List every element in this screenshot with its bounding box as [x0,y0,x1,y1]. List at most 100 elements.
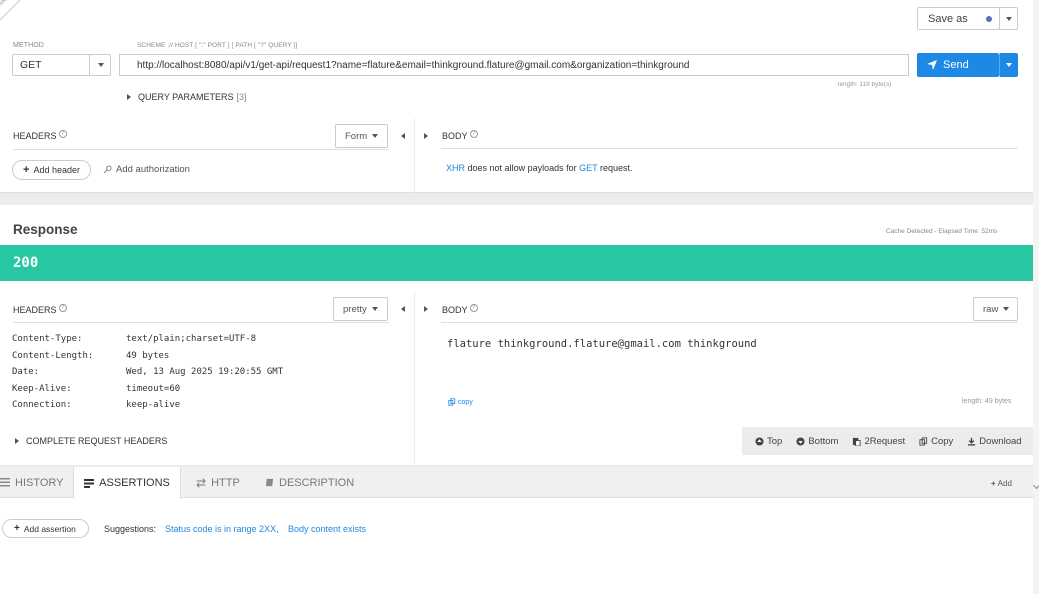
send-dropdown-button[interactable] [999,53,1018,77]
copy-icon [919,436,928,446]
collapse-right-icon[interactable] [424,306,428,312]
caret-down-icon [371,307,378,311]
pretty-label: pretty [343,303,367,315]
get-link[interactable]: GET [579,163,597,173]
copy-icon [448,398,456,406]
tab-assertions[interactable]: ASSERTIONS [73,467,181,499]
add-tab-button[interactable]: + Add [991,479,1012,488]
headers-divider [13,149,389,150]
body-note: XHR does not allow payloads for GET requ… [446,163,633,173]
plus-icon: + [991,479,996,488]
top-button[interactable]: Top [755,436,782,447]
exchange-icon: ⇄ [196,475,207,490]
tab-http[interactable]: ⇄ HTTP [196,467,240,498]
method-dropdown-toggle[interactable] [89,55,111,75]
suggestion-body-content[interactable]: Body content exists [288,524,366,534]
response-body-divider [441,322,1018,323]
query-parameters-toggle[interactable]: QUERY PARAMETERS [3] [127,92,247,102]
complete-request-headers-toggle[interactable]: COMPLETE REQUEST HEADERS [15,436,167,446]
query-parameters-label: QUERY PARAMETERS [138,92,234,102]
caret-right-icon [15,438,19,444]
request-length: length: 119 byte(s) [838,81,892,88]
cache-info: Cache Detected - Elapsed Time: 52ms [886,228,998,235]
tab-history[interactable]: HISTORY [0,467,64,498]
add-assertion-button[interactable]: + Add assertion [2,519,89,538]
collapse-right-icon[interactable] [424,133,428,139]
header-row: Date: Wed, 13 Aug 2025 19:20:55 GMT [12,364,283,381]
url-input[interactable]: http://localhost:8080/api/v1/get-api/req… [119,54,909,76]
header-key: Keep-Alive: [12,383,72,394]
complete-request-headers-label: COMPLETE REQUEST HEADERS [26,436,168,446]
response-body-title: BODY? [442,304,478,315]
method-select[interactable]: GET [12,54,111,76]
tab-history-label: HISTORY [15,476,64,489]
caret-down-icon [1006,63,1012,67]
add-header-button[interactable]: + Add header [12,160,91,180]
plus-icon: + [14,523,20,534]
request-body-title: BODY? [442,130,478,141]
add-authorization-link[interactable]: Add authorization [103,164,190,175]
body-note-middle: does not allow payloads for [467,163,577,173]
query-parameters-count: [3] [236,92,247,102]
bottom-button[interactable]: Bottom [796,436,838,447]
response-headers-list: Content-Type: text/plain;charset=UTF-8 Co… [12,331,283,414]
request-headers-title: HEADERS? [13,130,67,141]
paper-plane-icon [927,60,937,70]
suggestion-status-code[interactable]: Status code is in range 2XX, [165,524,279,534]
raw-select[interactable]: raw [973,297,1018,321]
response-vertical-divider [414,291,415,465]
add-assertion-label: Add assertion [23,523,76,534]
add-tab-label: Add [997,479,1012,488]
to-request-button[interactable]: 2Request [852,436,905,447]
caret-down-icon [372,134,379,138]
save-as-label: Save as [928,12,968,25]
add-authorization-label: Add authorization [116,164,190,175]
bottom-panel: HISTORY ASSERTIONS ⇄ HTTP DESCRIPTION + … [0,467,1039,594]
key-icon [103,165,112,174]
header-value: keep-alive [126,400,181,411]
xhr-link[interactable]: XHR [446,163,465,173]
help-icon: ? [58,304,67,312]
tab-description-label: DESCRIPTION [279,476,355,489]
tab-http-label: HTTP [211,476,240,489]
collapse-left-icon[interactable] [401,133,405,139]
method-label: METHOD [13,42,44,49]
caret-down-icon [1003,307,1010,311]
draft-ribbon: DRAFT [0,0,26,25]
status-code-bar: 200 [0,245,1033,281]
arrow-up-circle-icon [755,436,764,446]
download-button[interactable]: Download [967,435,1022,447]
header-value: text/plain;charset=UTF-8 [126,334,257,345]
bottom-label: Bottom [808,435,839,447]
request-panel: DRAFT Save as METHOD GET SCHEME :// HOST… [0,0,1033,193]
form-label: Form [345,130,368,142]
response-headers-label: HEADERS [13,305,57,315]
save-as-button[interactable]: Save as [917,7,1000,30]
headers-form-select[interactable]: Form [335,124,388,148]
caret-down-icon [1005,16,1012,21]
method-value: GET [20,59,42,71]
copy-link[interactable]: copy [448,398,473,406]
tab-description[interactable]: DESCRIPTION [265,467,354,498]
body-note-end: request. [599,163,633,173]
send-button[interactable]: Send [917,53,999,77]
collapse-left-icon[interactable] [401,306,405,312]
pretty-select[interactable]: pretty [333,297,388,321]
body-divider [441,148,1018,149]
copy-button[interactable]: Copy [919,436,953,447]
header-key: Content-Type: [12,334,83,345]
download-label: Download [979,435,1022,447]
help-icon: ? [469,304,478,312]
header-row: Keep-Alive: timeout=60 [12,381,283,398]
paste-icon [853,437,861,446]
request-headers-label: HEADERS [13,131,57,141]
send-label: Send [943,59,969,71]
header-row: Content-Length: 49 bytes [12,348,283,365]
scrollbar[interactable] [1033,0,1039,594]
suggestions-label: Suggestions: [104,524,157,534]
save-as-dropdown-button[interactable] [999,7,1018,30]
book-icon [265,478,274,487]
help-icon: ? [58,130,67,138]
caret-right-icon [127,94,131,100]
caret-down-icon [97,63,104,67]
